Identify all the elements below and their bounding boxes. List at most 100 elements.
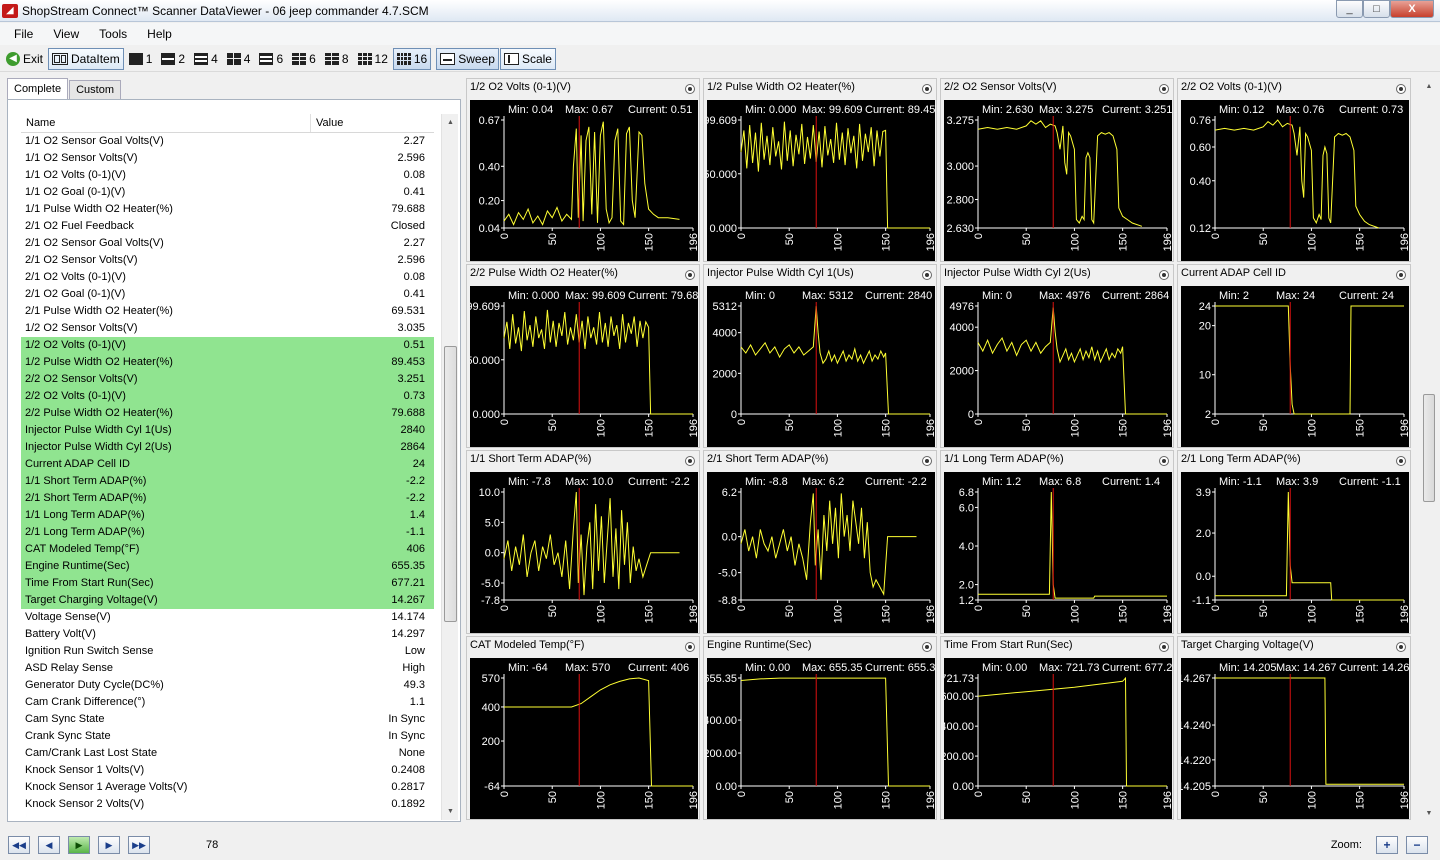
graph-options-icon[interactable] — [685, 642, 695, 652]
graph-panel[interactable]: 1/2 O2 Volts (0-1)(V) Min: 0.04 Max: 0.67 C… — [466, 78, 700, 262]
list-row[interactable]: Generator Duty Cycle(DC%) 49.3 — [21, 677, 434, 694]
close-button[interactable]: X — [1390, 0, 1434, 18]
scroll-up-arrow-icon[interactable]: ▲ — [442, 114, 458, 131]
graph-plot-area[interactable]: Min: 2 Max: 24 Current: 24 24 20 10 2 0 50 100 150… — [1181, 286, 1409, 447]
graph-panel[interactable]: Target Charging Voltage(V) Min: 14.205 Max… — [1177, 636, 1411, 820]
list-row[interactable]: 2/1 O2 Fuel Feedback Closed — [21, 218, 434, 235]
graph-options-icon[interactable] — [685, 456, 695, 466]
graph-panel[interactable]: Engine Runtime(Sec) Min: 0.00 Max: 655.35 C… — [703, 636, 937, 820]
list-row[interactable]: 1/1 O2 Sensor Volts(V) 2.596 — [21, 150, 434, 167]
graph-plot-area[interactable]: Min: 0.00 Max: 655.35Current: 655.35 655.3… — [707, 658, 935, 819]
graph-plot-area[interactable]: Min: 0.00 Max: 721.73Current: 677.21 721.7… — [944, 658, 1172, 819]
layout-4-grid-button[interactable]: 4 — [223, 48, 255, 70]
list-row[interactable]: 2/1 O2 Sensor Volts(V) 2.596 — [21, 252, 434, 269]
list-row[interactable]: 2/1 Short Term ADAP(%) -2.2 — [21, 490, 434, 507]
graph-options-icon[interactable] — [1396, 456, 1406, 466]
graph-panel[interactable]: 2/2 O2 Sensor Volts(V) Min: 2.630 Max: 3.2… — [940, 78, 1174, 262]
list-row[interactable]: Voltage Sense(V) 14.174 — [21, 609, 434, 626]
zoom-out-button[interactable]: − — [1406, 836, 1428, 854]
maximize-button[interactable]: □ — [1363, 0, 1390, 18]
first-frame-button[interactable]: ◀◀ — [8, 836, 30, 854]
graph-scroll-up-arrow-icon[interactable]: ▲ — [1420, 78, 1438, 95]
menu-help[interactable]: Help — [137, 23, 182, 45]
layout-8-button[interactable]: 8 — [321, 48, 353, 70]
list-scroll-thumb[interactable] — [444, 346, 457, 622]
graph-options-icon[interactable] — [922, 270, 932, 280]
list-row[interactable]: 1/1 Short Term ADAP(%) -2.2 — [21, 473, 434, 490]
graph-panel[interactable]: 1/1 Short Term ADAP(%) Min: -7.8 Max: 10.0… — [466, 450, 700, 634]
list-row[interactable]: 2/1 O2 Goal (0-1)(V) 0.41 — [21, 286, 434, 303]
play-button[interactable]: ▶ — [68, 836, 90, 854]
list-row[interactable]: 1/1 O2 Goal (0-1)(V) 0.41 — [21, 184, 434, 201]
list-row[interactable]: Battery Volt(V) 14.297 — [21, 626, 434, 643]
list-row[interactable]: ASD Relay Sense High — [21, 660, 434, 677]
graph-plot-area[interactable]: Min: -64 Max: 570 Current: 406 570 400 200 -64… — [470, 658, 698, 819]
menu-tools[interactable]: Tools — [89, 23, 137, 45]
graph-panel[interactable]: Current ADAP Cell ID Min: 2 Max: 24 Current… — [1177, 264, 1411, 448]
graph-options-icon[interactable] — [922, 84, 932, 94]
graph-panel[interactable]: 2/1 Short Term ADAP(%) Min: -8.8 Max: 6.2 C… — [703, 450, 937, 634]
list-row[interactable]: CAT Modeled Temp(°F) 406 — [21, 541, 434, 558]
graph-plot-area[interactable]: Min: 2.630 Max: 3.275 Current: 3.251 3.275 3… — [944, 100, 1172, 261]
layout-6-rows-button[interactable]: 6 — [255, 48, 287, 70]
list-row[interactable]: 1/1 Long Term ADAP(%) 1.4 — [21, 507, 434, 524]
prev-frame-button[interactable]: ◀ — [38, 836, 60, 854]
last-frame-button[interactable]: ▶▶ — [128, 836, 150, 854]
list-row[interactable]: Crank Sync State In Sync — [21, 728, 434, 745]
graph-plot-area[interactable]: Min: 14.205Max: 14.267Current: 14.267 14.… — [1181, 658, 1409, 819]
scale-button[interactable]: Scale — [499, 47, 556, 70]
layout-1-button[interactable]: 1 — [125, 48, 157, 70]
graph-options-icon[interactable] — [685, 270, 695, 280]
layout-6-grid-button[interactable]: 6 — [288, 48, 320, 70]
layout-4-rows-button[interactable]: 4 — [190, 48, 222, 70]
list-row[interactable]: Cam Crank Difference(°) 1.1 — [21, 694, 434, 711]
tab-complete[interactable]: Complete — [7, 78, 69, 100]
list-scrollbar[interactable]: ▲ ▼ — [441, 114, 458, 820]
graph-plot-area[interactable]: Min: -1.1 Max: 3.9 Current: -1.1 3.9 2.0 0.0 -… — [1181, 472, 1409, 633]
column-header-value[interactable]: Value — [311, 114, 431, 132]
list-row[interactable]: 2/2 O2 Volts (0-1)(V) 0.73 — [21, 388, 434, 405]
graph-scroll-down-arrow-icon[interactable]: ▼ — [1420, 805, 1438, 822]
graph-scroll-thumb[interactable] — [1423, 394, 1435, 502]
graph-options-icon[interactable] — [922, 456, 932, 466]
zoom-in-button[interactable]: + — [1376, 836, 1398, 854]
list-row[interactable]: Target Charging Voltage(V) 14.267 — [21, 592, 434, 609]
graph-options-icon[interactable] — [1159, 642, 1169, 652]
list-row[interactable]: 1/1 O2 Sensor Goal Volts(V) 2.27 — [21, 133, 434, 150]
list-row[interactable]: 2/1 O2 Sensor Goal Volts(V) 2.27 — [21, 235, 434, 252]
graph-plot-area[interactable]: Min: 0 Max: 5312 Current: 2840 5312 4000 2000… — [707, 286, 935, 447]
graph-options-icon[interactable] — [1396, 642, 1406, 652]
sweep-button[interactable]: Sweep — [436, 47, 499, 70]
graph-panel[interactable]: CAT Modeled Temp(°F) Min: -64 Max: 570 Curr… — [466, 636, 700, 820]
list-row[interactable]: 2/2 Pulse Width O2 Heater(%) 79.688 — [21, 405, 434, 422]
list-row[interactable]: 1/1 Pulse Width O2 Heater(%) 79.688 — [21, 201, 434, 218]
list-row[interactable]: 1/1 O2 Volts (0-1)(V) 0.08 — [21, 167, 434, 184]
list-row[interactable]: 2/1 Pulse Width O2 Heater(%) 69.531 — [21, 303, 434, 320]
graph-options-icon[interactable] — [1159, 456, 1169, 466]
graph-scrollbar[interactable]: ▲ ▼ — [1420, 78, 1438, 822]
graph-plot-area[interactable]: Min: 0 Max: 4976 Current: 2864 4976 4000 2000… — [944, 286, 1172, 447]
graph-panel[interactable]: 2/1 Long Term ADAP(%) Min: -1.1 Max: 3.9 Cu… — [1177, 450, 1411, 634]
layout-12-button[interactable]: 12 — [354, 48, 392, 70]
list-row[interactable]: 2/1 O2 Volts (0-1)(V) 0.08 — [21, 269, 434, 286]
graph-options-icon[interactable] — [685, 84, 695, 94]
graph-panel[interactable]: Injector Pulse Width Cyl 2(Us) Min: 0 Max:… — [940, 264, 1174, 448]
minimize-button[interactable]: _ — [1336, 0, 1363, 18]
list-row[interactable]: Knock Sensor 1 Average Volts(V) 0.2817 — [21, 779, 434, 796]
list-row[interactable]: 1/2 O2 Volts (0-1)(V) 0.51 — [21, 337, 434, 354]
list-row[interactable]: Current ADAP Cell ID 24 — [21, 456, 434, 473]
graph-plot-area[interactable]: Min: 1.2 Max: 6.8 Current: 1.4 6.8 6.0 4.0 2.0… — [944, 472, 1172, 633]
graph-plot-area[interactable]: Min: 0.000 Max: 99.609Current: 89.453 99.6… — [707, 100, 935, 261]
graph-panel[interactable]: 2/2 O2 Volts (0-1)(V) Min: 0.12 Max: 0.76 C… — [1177, 78, 1411, 262]
list-row[interactable]: 2/1 Long Term ADAP(%) -1.1 — [21, 524, 434, 541]
menu-view[interactable]: View — [43, 23, 89, 45]
scroll-down-arrow-icon[interactable]: ▼ — [442, 803, 458, 820]
exit-button[interactable]: ◀ Exit — [2, 48, 47, 70]
graph-plot-area[interactable]: Min: -8.8 Max: 6.2 Current: -2.2 6.2 0.0 -5.0… — [707, 472, 935, 633]
list-row[interactable]: 1/2 O2 Sensor Volts(V) 3.035 — [21, 320, 434, 337]
list-row[interactable]: Engine Runtime(Sec) 655.35 — [21, 558, 434, 575]
graph-plot-area[interactable]: Min: 0.12 Max: 0.76 Current: 0.73 0.76 0.60 0… — [1181, 100, 1409, 261]
layout-16-button[interactable]: 16 — [392, 47, 432, 70]
list-row[interactable]: Injector Pulse Width Cyl 1(Us) 2840 — [21, 422, 434, 439]
graph-options-icon[interactable] — [1396, 270, 1406, 280]
